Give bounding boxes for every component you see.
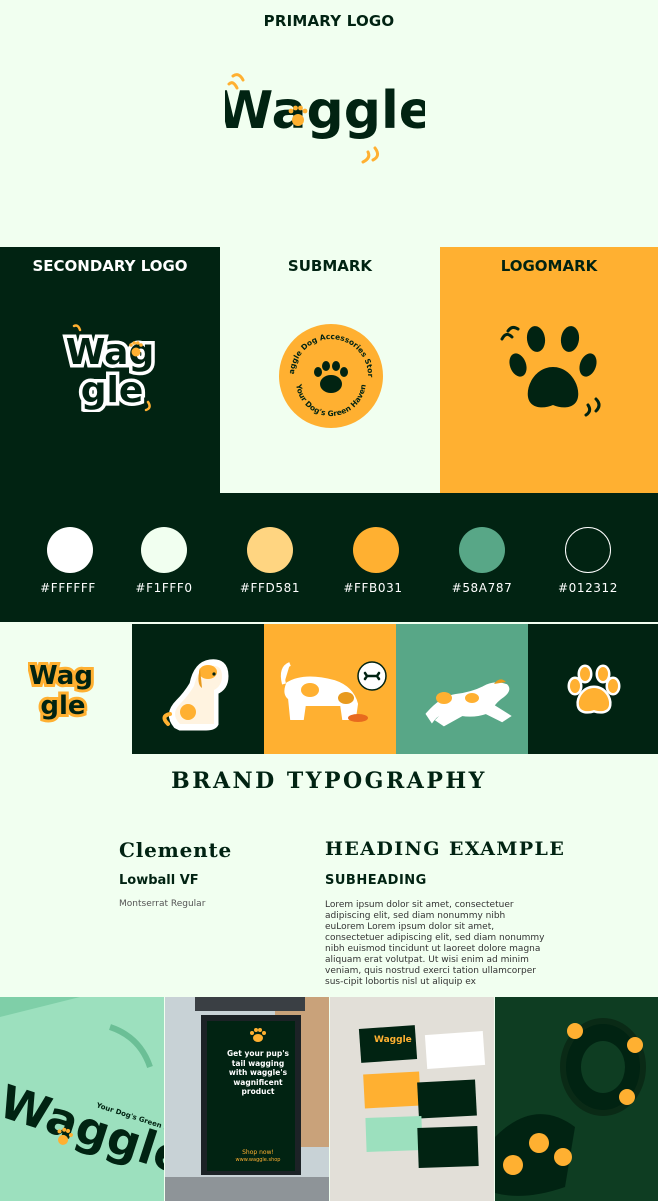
swatch-label-sage: #58A787 [451,581,513,595]
eating-dog-icon [280,661,387,722]
logomark-paw-icon [500,325,601,417]
card-logo: Waggle [374,1035,412,1045]
svg-text:gle: gle [81,370,144,411]
swatch-label-white: #FFFFFF [40,581,96,595]
svg-text:Wag: Wag [29,661,93,691]
primary-logo-title: PRIMARY LOGO [263,12,395,30]
secondary-logo-title: SECONDARY LOGO [32,257,188,275]
swatch-orange [353,527,399,573]
logomark-panel: LOGOMARK [440,247,658,493]
running-dog-icon [425,679,512,727]
sticker-tape-mockup [495,997,658,1201]
swatch-label-light-yellow: #FFD581 [239,581,301,595]
swatch-label-mint: #F1FFF0 [135,581,193,595]
sticker-logo-tile: Wag gle [0,624,132,754]
sticker-running-dog-tile [396,624,528,754]
primary-logo-wordmark: Waggle [225,81,425,141]
sticker-paw-tile [528,624,658,754]
submark-title: SUBMARK [287,257,373,275]
sticker-sitting-dog-tile [132,624,264,754]
sticker-logo: Wag gle [28,658,96,724]
swatch-label-dark-green: #012312 [557,581,619,595]
sticker-strip: Wag gle [0,624,658,754]
secondary-logo: Wag gle [62,324,158,412]
heading-example: HEADING EXAMPLE [325,838,566,860]
body-font-name: Montserrat Regular [119,899,206,909]
tshirt-mockup: Waggle Your Dog's Green Haven [0,997,164,1201]
sticker-eating-dog-tile [264,624,396,754]
poster-cta: Shop now! [242,1149,274,1156]
sitting-dog-icon [162,659,229,731]
typography-title: BRAND TYPOGRAPHY [171,768,487,794]
poster-url: www.waggle.shop [235,1157,281,1163]
mockups-row: Waggle Your Dog's Green Haven Get your p… [0,997,658,1201]
submark-panel: SUBMARK Waggle Dog Accessories Store You… [220,247,440,493]
color-palette: #FFFFFF #F1FFF0 #FFD581 #FFB031 #58A787 … [0,493,658,622]
poster-headline: Get your pup's tail wagging with waggle'… [227,1049,289,1096]
swatch-white [47,527,93,573]
svg-text:Wag: Wag [66,332,155,373]
subheading-example: SUBHEADING [325,873,427,888]
swatch-light-yellow [247,527,293,573]
submark-badge: Waggle Dog Accessories Store Your Dog's … [276,321,383,428]
bus-stop-poster-mockup: Get your pup's tail wagging with waggle'… [165,997,329,1201]
primary-logo: Waggle [225,73,425,164]
secondary-logo-panel: SECONDARY LOGO Wag gle [0,247,220,493]
swatch-dark-green [565,527,611,573]
body-text-example: Lorem ipsum dolor sit amet, consectetuer… [325,900,545,987]
swatch-sage [459,527,505,573]
primary-font-variant: Lowball VF [119,873,199,888]
logomark-title: LOGOMARK [500,257,598,275]
paw-icon [250,1028,266,1042]
swatch-label-orange: #FFB031 [343,581,403,595]
paw-icon [567,664,621,714]
svg-text:gle: gle [40,691,85,721]
business-cards-mockup: Waggle [330,997,494,1201]
primary-font-name: Clemente [119,838,233,862]
swatch-mint [141,527,187,573]
